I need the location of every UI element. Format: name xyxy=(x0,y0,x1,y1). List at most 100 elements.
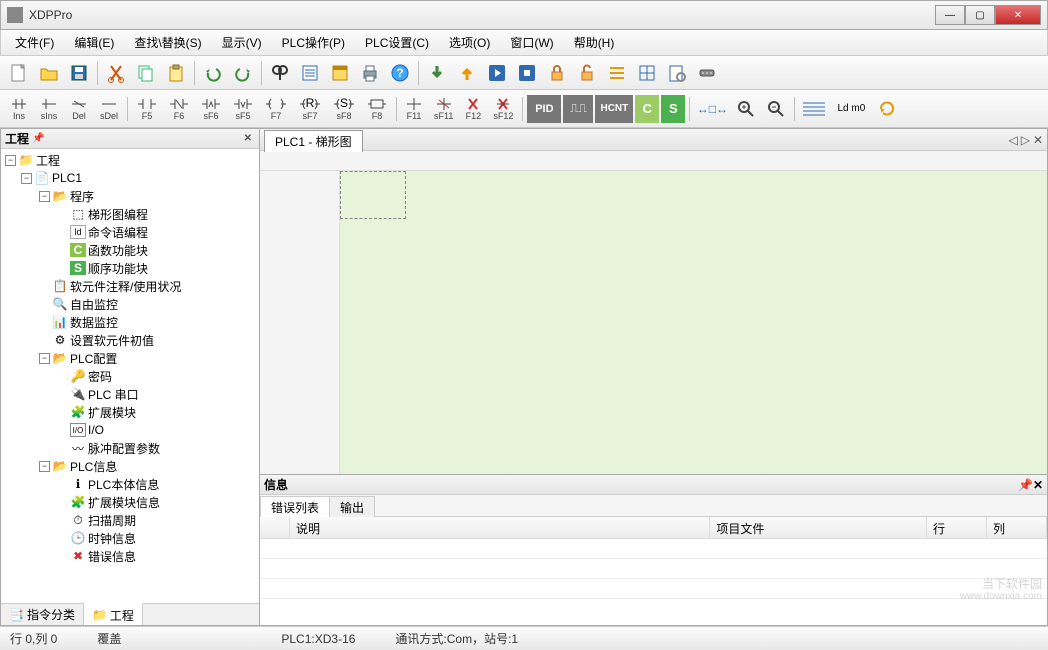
tree-fb[interactable]: 函数功能块 xyxy=(88,242,148,259)
del-button[interactable]: Del xyxy=(65,95,93,123)
serial-icon[interactable] xyxy=(693,59,721,87)
tree-password[interactable]: 密码 xyxy=(88,368,112,385)
run-icon[interactable] xyxy=(483,59,511,87)
ladder-cursor-cell[interactable] xyxy=(340,171,406,219)
window-icon[interactable] xyxy=(326,59,354,87)
tree-io[interactable]: I/O xyxy=(88,423,104,437)
upload-icon[interactable] xyxy=(453,59,481,87)
tree-il[interactable]: 命令语编程 xyxy=(88,224,148,241)
menu-find[interactable]: 查找\替换(S) xyxy=(126,31,209,54)
f12-button[interactable]: F12 xyxy=(460,95,486,123)
zoom-out-icon[interactable] xyxy=(762,95,790,123)
ladder-editor[interactable] xyxy=(260,151,1047,475)
zoom-in-icon[interactable] xyxy=(732,95,760,123)
open-file-icon[interactable] xyxy=(35,59,63,87)
refresh-icon[interactable] xyxy=(873,95,901,123)
sins-button[interactable]: sIns xyxy=(35,95,63,123)
project-tree[interactable]: −📁工程 −📄PLC1 −📂程序 ⬚梯形图编程 ld命令语编程 C函数功能块 S… xyxy=(1,149,259,603)
info-pin-icon[interactable]: 📌 xyxy=(1018,478,1033,492)
lock-icon[interactable] xyxy=(543,59,571,87)
preview-icon[interactable] xyxy=(663,59,691,87)
menu-plc-config[interactable]: PLC设置(C) xyxy=(357,31,437,54)
tree-plcbody[interactable]: PLC本体信息 xyxy=(88,476,159,493)
f7-button[interactable]: F7 xyxy=(260,95,292,123)
f6-button[interactable]: F6 xyxy=(164,95,194,123)
error-table[interactable]: 说明 项目文件 行 列 xyxy=(260,517,1047,625)
sf8-button[interactable]: SsF8 xyxy=(328,95,360,123)
tree-pulse[interactable]: 脉冲配置参数 xyxy=(88,440,160,457)
print-icon[interactable] xyxy=(356,59,384,87)
ladder-list-icon[interactable] xyxy=(799,95,829,123)
info-tab-output[interactable]: 输出 xyxy=(329,496,375,517)
help-icon[interactable]: ? xyxy=(386,59,414,87)
tree-plcconfig[interactable]: PLC配置 xyxy=(70,350,117,367)
sf7-button[interactable]: RsF7 xyxy=(294,95,326,123)
f8-button[interactable]: F8 xyxy=(362,95,392,123)
stop-icon[interactable] xyxy=(513,59,541,87)
tree-initvals[interactable]: 设置软元件初值 xyxy=(70,332,154,349)
maximize-button[interactable]: ▢ xyxy=(965,5,995,25)
tree-plc1[interactable]: PLC1 xyxy=(52,171,82,185)
f5-button[interactable]: F5 xyxy=(132,95,162,123)
new-file-icon[interactable] xyxy=(5,59,33,87)
tree-freemon[interactable]: 自由监控 xyxy=(70,296,118,313)
ins-button[interactable]: Ins xyxy=(5,95,33,123)
menu-edit[interactable]: 编辑(E) xyxy=(66,31,122,54)
sf6-button[interactable]: sF6 xyxy=(196,95,226,123)
ldm0-button[interactable]: Ld m0 xyxy=(831,95,871,123)
tree-expinfo[interactable]: 扩展模块信息 xyxy=(88,494,160,511)
menu-help[interactable]: 帮助(H) xyxy=(566,31,623,54)
menu-options[interactable]: 选项(O) xyxy=(441,31,498,54)
tree-comment[interactable]: 软元件注释/使用状况 xyxy=(70,278,181,295)
ladder-canvas[interactable] xyxy=(340,171,1047,474)
redo-icon[interactable] xyxy=(229,59,257,87)
sdel-button[interactable]: sDel xyxy=(95,95,123,123)
tree-sfc[interactable]: 顺序功能块 xyxy=(88,260,148,277)
tab-prev-icon[interactable]: ◁ xyxy=(1008,133,1017,147)
grid-icon[interactable] xyxy=(633,59,661,87)
tree-datamonitor[interactable]: 数据监控 xyxy=(70,314,118,331)
hcnt-button[interactable]: HCNT xyxy=(595,95,633,123)
tree-scan[interactable]: 扫描周期 xyxy=(88,512,136,529)
panel-close-icon[interactable]: ✕ xyxy=(241,133,255,144)
f11-button[interactable]: F11 xyxy=(401,95,427,123)
download-icon[interactable] xyxy=(423,59,451,87)
tree-error[interactable]: 错误信息 xyxy=(88,548,136,565)
tab-next-icon[interactable]: ▷ xyxy=(1021,133,1030,147)
menu-window[interactable]: 窗口(W) xyxy=(502,31,561,54)
close-button[interactable]: ✕ xyxy=(995,5,1041,25)
tree-serial[interactable]: PLC 串口 xyxy=(88,386,139,403)
menu-plc-operate[interactable]: PLC操作(P) xyxy=(274,31,353,54)
menu-file[interactable]: 文件(F) xyxy=(7,31,62,54)
save-icon[interactable] xyxy=(65,59,93,87)
unlock-icon[interactable] xyxy=(573,59,601,87)
info-close-icon[interactable]: ✕ xyxy=(1033,478,1043,492)
tree-clock[interactable]: 时钟信息 xyxy=(88,530,136,547)
sf5-button[interactable]: sF5 xyxy=(228,95,258,123)
menu-display[interactable]: 显示(V) xyxy=(214,31,270,54)
find-icon[interactable] xyxy=(266,59,294,87)
doc-tab-plc1[interactable]: PLC1 - 梯形图 xyxy=(264,130,363,152)
tree-plcinfo[interactable]: PLC信息 xyxy=(70,458,117,475)
tab-close-icon[interactable]: ✕ xyxy=(1033,133,1043,147)
tree-root[interactable]: 工程 xyxy=(36,152,60,169)
minimize-button[interactable]: — xyxy=(935,5,965,25)
hspan-button[interactable]: ↔□↔ xyxy=(694,95,730,123)
pid-button[interactable]: PID xyxy=(527,95,561,123)
tree-program[interactable]: 程序 xyxy=(70,188,94,205)
ladder-edit-icon[interactable] xyxy=(603,59,631,87)
undo-icon[interactable] xyxy=(199,59,227,87)
c-button[interactable]: C xyxy=(635,95,659,123)
copy-icon[interactable] xyxy=(132,59,160,87)
tree-expansion[interactable]: 扩展模块 xyxy=(88,404,136,421)
sf11-button[interactable]: sF11 xyxy=(429,95,458,123)
paste-icon[interactable] xyxy=(162,59,190,87)
list-icon[interactable] xyxy=(296,59,324,87)
pulse-button[interactable]: ⎍⎍ xyxy=(563,95,593,123)
pin-icon[interactable]: 📌 xyxy=(29,133,47,144)
sf12-button[interactable]: sF12 xyxy=(488,95,518,123)
tree-ladder[interactable]: 梯形图编程 xyxy=(88,206,148,223)
s-button[interactable]: S xyxy=(661,95,685,123)
cut-icon[interactable] xyxy=(102,59,130,87)
info-tab-errors[interactable]: 错误列表 xyxy=(260,496,330,517)
